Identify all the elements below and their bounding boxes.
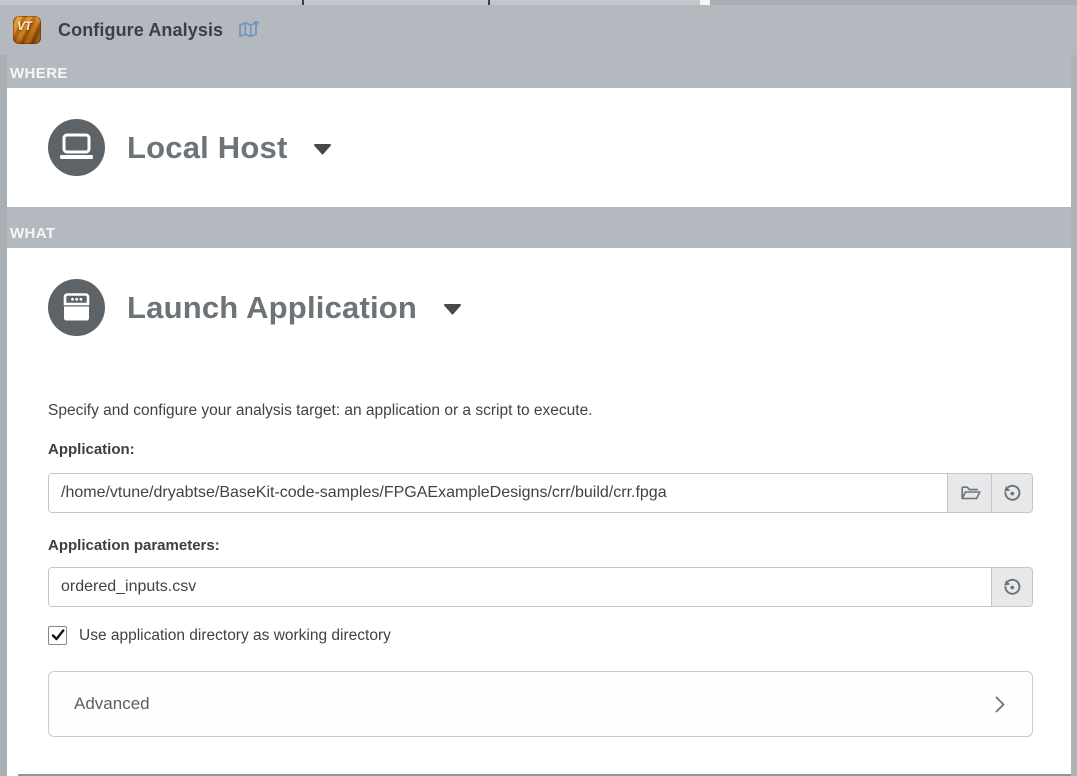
what-panel: Launch Application Specify and configure… (7, 248, 1071, 776)
checkmark-icon (51, 629, 65, 642)
help-map-icon[interactable]: ? (238, 20, 261, 40)
target-type-label: Launch Application (127, 290, 417, 326)
window-left-edge (0, 55, 7, 776)
target-type-dropdown[interactable]: Launch Application (48, 279, 1033, 336)
chevron-down-icon (313, 142, 332, 160)
host-selector-label: Local Host (127, 130, 287, 166)
tab-remnant (304, 0, 488, 5)
open-folder-icon (959, 482, 981, 504)
laptop-icon (48, 119, 105, 176)
tab-remnant (710, 0, 1077, 5)
host-selector-dropdown[interactable]: Local Host (48, 119, 332, 176)
application-path-input[interactable] (49, 474, 947, 512)
tab-divider (700, 0, 710, 5)
browse-folder-button[interactable] (947, 474, 991, 512)
parameters-group (48, 567, 1033, 607)
parameters-label: Application parameters: (48, 537, 1033, 554)
chevron-right-icon (995, 696, 1005, 713)
window-tab-strip (0, 0, 1077, 5)
working-dir-label: Use application directory as working dir… (79, 627, 391, 645)
history-icon (1001, 576, 1023, 598)
section-label-where: WHERE (0, 55, 1077, 88)
path-history-button[interactable] (991, 474, 1032, 512)
svg-text:?: ? (253, 20, 259, 31)
titlebar: VT Configure Analysis ? (0, 5, 1077, 55)
working-dir-checkbox[interactable] (48, 626, 67, 645)
parameters-history-button[interactable] (991, 568, 1032, 606)
history-icon (1001, 482, 1023, 504)
target-description: Specify and configure your analysis targ… (48, 402, 1033, 420)
page-title: Configure Analysis (58, 20, 223, 41)
window-right-edge (1071, 55, 1077, 776)
chevron-down-icon (443, 302, 462, 320)
working-dir-row: Use application directory as working dir… (48, 626, 1033, 645)
vtune-logo-text: VT (17, 19, 31, 33)
tab-remnant (0, 0, 302, 5)
advanced-label: Advanced (74, 694, 150, 714)
tab-remnant (490, 0, 700, 5)
application-label: Application: (48, 441, 1033, 458)
vtune-logo-icon: VT (13, 16, 41, 44)
advanced-expander[interactable]: Advanced (48, 671, 1033, 737)
where-panel: Local Host (7, 88, 1071, 207)
section-label-what: WHAT (0, 207, 1077, 248)
app-window-icon (48, 279, 105, 336)
application-path-group (48, 473, 1033, 513)
parameters-input[interactable] (49, 568, 991, 606)
configure-analysis-window: VT Configure Analysis ? WHERE Local Host (0, 0, 1077, 776)
